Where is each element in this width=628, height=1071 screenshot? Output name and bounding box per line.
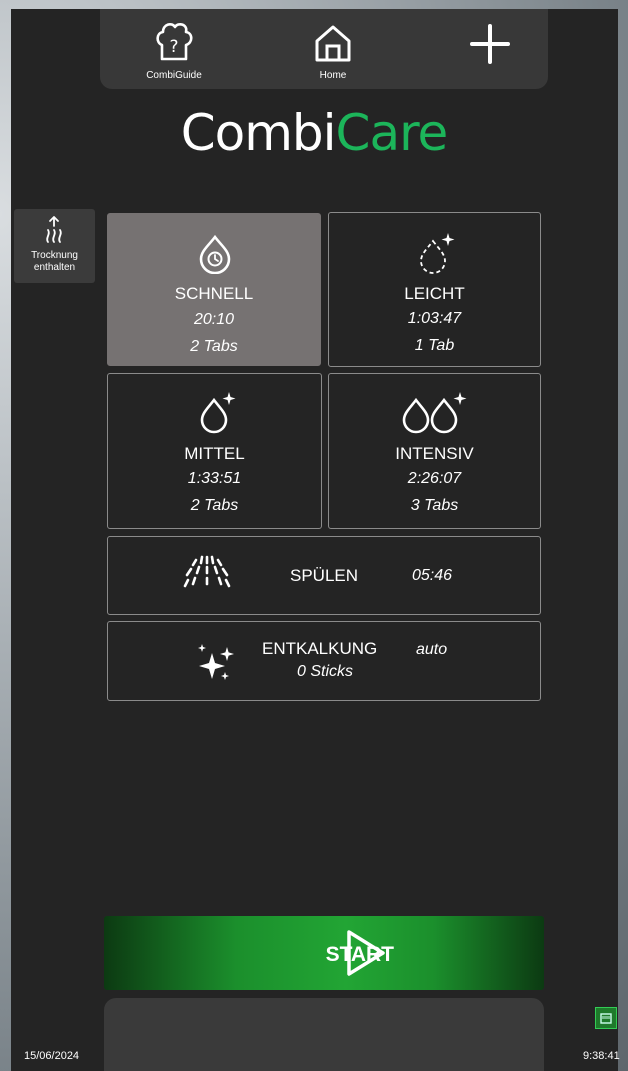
- program-tile-leicht[interactable]: LEICHT 1:03:47 1 Tab: [328, 212, 541, 367]
- plus-icon: [470, 24, 510, 64]
- timer-drop-icon: [199, 234, 231, 274]
- status-panel: [104, 998, 544, 1071]
- home-icon: [315, 25, 351, 62]
- network-status-icon: [595, 1007, 617, 1029]
- program-name: SCHNELL: [174, 284, 254, 303]
- program-tile-spuelen[interactable]: SPÜLEN 05:46: [107, 536, 541, 615]
- title-care: Care: [335, 104, 449, 162]
- program-name: MITTEL: [184, 444, 245, 463]
- spray-shower-icon: [183, 555, 231, 588]
- descale-sticks: 0 Sticks: [297, 663, 354, 680]
- program-tabs: 3 Tabs: [410, 497, 459, 514]
- combiguide-label: CombiGuide: [146, 70, 202, 81]
- play-icon: [347, 930, 385, 976]
- drop-sparkle-icon: [200, 392, 236, 434]
- program-time: 1:03:47: [407, 310, 462, 327]
- double-drop-sparkle-icon: [402, 392, 467, 434]
- page-title: CombiCare: [0, 104, 628, 162]
- title-combi: Combi: [180, 104, 337, 162]
- home-label: Home: [319, 70, 347, 81]
- program-tabs: 1 Tab: [414, 337, 455, 354]
- start-button[interactable]: START: [104, 916, 544, 990]
- combiguide-button[interactable]: ? CombiGuide: [124, 9, 224, 89]
- home-button[interactable]: Home: [283, 9, 383, 89]
- drying-option[interactable]: Trocknung enthalten: [14, 209, 95, 283]
- chef-hat-question-icon: ?: [156, 22, 193, 61]
- program-tile-entkalkung[interactable]: ENTKALKUNG auto 0 Sticks: [107, 621, 541, 701]
- add-button[interactable]: [440, 9, 540, 89]
- program-tabs: 2 Tabs: [190, 497, 239, 514]
- rinse-time: 05:46: [412, 567, 453, 584]
- program-tile-mittel[interactable]: MITTEL 1:33:51 2 Tabs: [107, 373, 322, 529]
- drying-label: Trocknung enthalten: [14, 250, 95, 274]
- drying-label-line2: enthalten: [33, 262, 76, 273]
- program-name: INTENSIV: [395, 444, 474, 463]
- footer-time: 9:38:41: [583, 1050, 620, 1062]
- program-tabs: 2 Tabs: [190, 338, 238, 355]
- footer-date: 15/06/2024: [24, 1050, 80, 1062]
- program-name: LEICHT: [404, 284, 465, 303]
- descale-mode: auto: [416, 641, 448, 658]
- program-time: 20:10: [193, 311, 235, 328]
- rinse-name: SPÜLEN: [290, 566, 359, 585]
- descale-name: ENTKALKUNG: [262, 639, 378, 658]
- drying-label-line1: Trocknung: [31, 250, 78, 261]
- program-time: 2:26:07: [407, 470, 462, 487]
- drying-steam-icon: [46, 216, 62, 243]
- svg-text:?: ?: [169, 37, 178, 57]
- sparkles-icon: [198, 644, 234, 680]
- dashed-drop-sparkle-icon: [420, 233, 455, 274]
- program-time: 1:33:51: [187, 470, 242, 487]
- top-navigation: ? CombiGuide Home: [100, 9, 548, 89]
- program-tile-schnell[interactable]: SCHNELL 20:10 2 Tabs: [107, 213, 321, 366]
- program-tile-intensiv[interactable]: INTENSIV 2:26:07 3 Tabs: [328, 373, 541, 529]
